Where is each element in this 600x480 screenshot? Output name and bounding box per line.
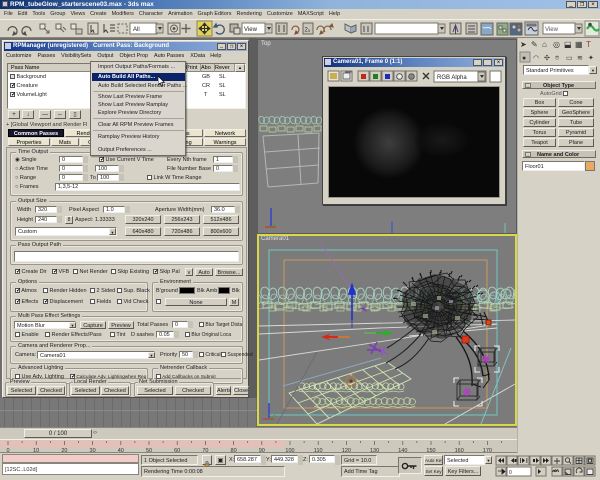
svg-text:◠: ◠ [533,55,539,62]
svg-text:▭: ▭ [566,55,573,62]
svg-text:View: View [244,27,258,33]
svg-text:✎: ✎ [531,40,538,49]
svg-text:➤: ➤ [520,40,527,49]
svg-text:●: ● [522,55,526,62]
svg-text:0: 0 [509,470,512,476]
svg-text:T: T [586,40,591,49]
svg-text:⌂: ⌂ [542,40,547,49]
svg-text:View: View [545,27,559,33]
svg-text:▦: ▦ [575,40,583,49]
svg-text:✣: ✣ [544,54,550,62]
svg-text:◎: ◎ [553,40,560,49]
svg-text:⌾: ⌾ [555,55,560,62]
svg-text:⬓: ⬓ [564,40,572,49]
svg-text:All: All [133,27,140,33]
svg-text:✦: ✦ [588,54,594,62]
svg-text:2₅: 2₅ [305,28,311,34]
svg-text:RGB Alpha: RGB Alpha [437,75,467,81]
svg-text:≋: ≋ [577,55,583,62]
